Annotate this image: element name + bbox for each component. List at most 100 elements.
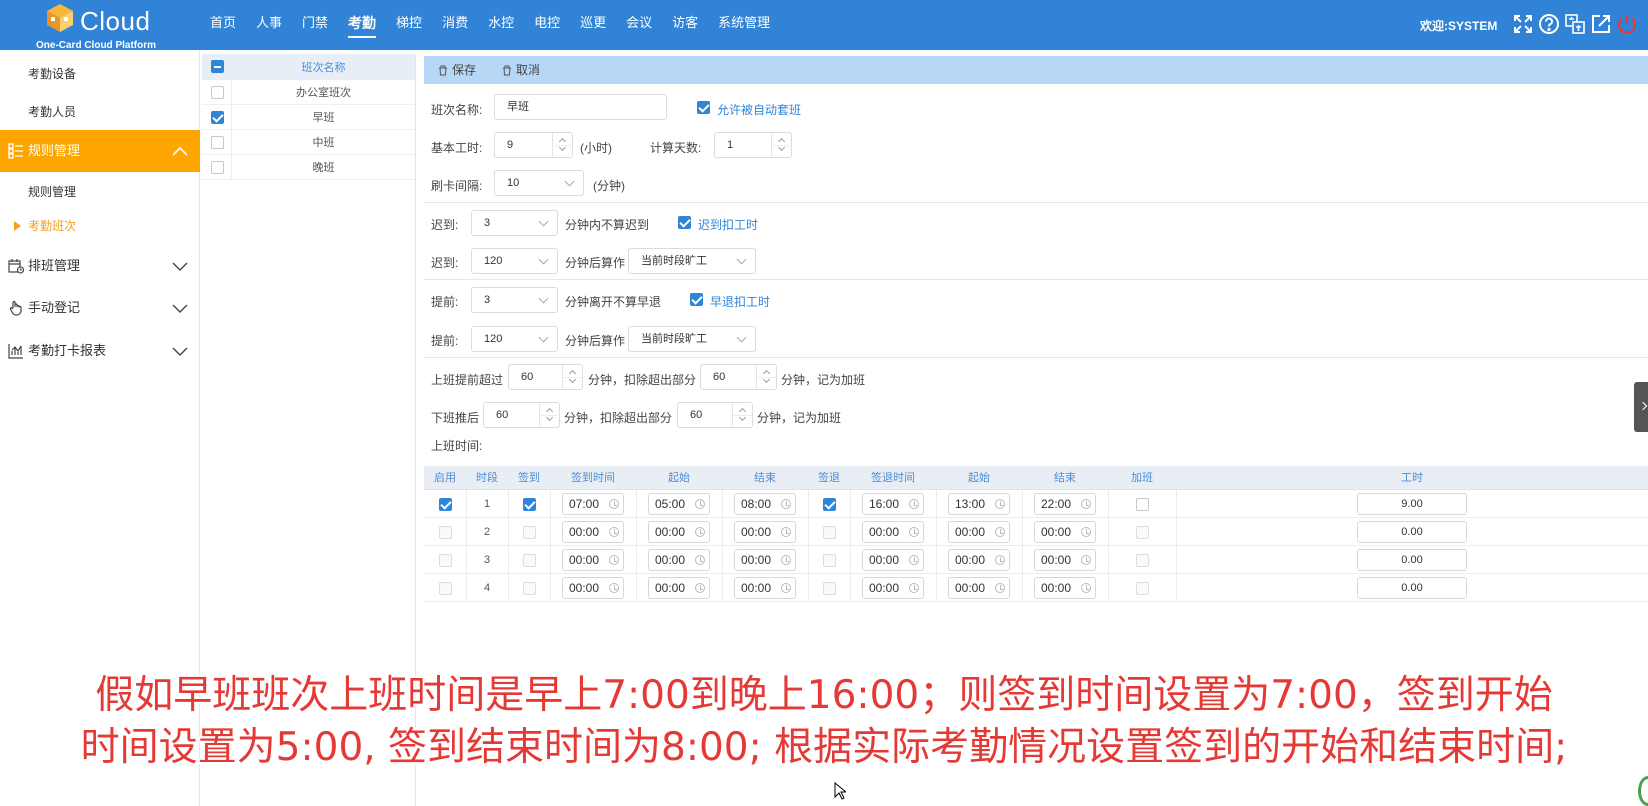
- shift-row-checkbox[interactable]: [211, 161, 224, 174]
- collapse-panel-tab[interactable]: [1634, 382, 1648, 432]
- save-button[interactable]: 保存: [436, 56, 476, 84]
- overtime-after-stepper[interactable]: 60: [483, 402, 560, 428]
- in-time-picker[interactable]: 00:00: [562, 577, 624, 599]
- stepper-arrows[interactable]: [562, 365, 582, 389]
- sign-out-checkbox[interactable]: [822, 525, 836, 539]
- nav-visitor[interactable]: 访客: [662, 0, 708, 50]
- calc-days-stepper[interactable]: 1: [714, 132, 792, 158]
- out-start-picker[interactable]: 13:00: [948, 493, 1010, 515]
- in-start-picker[interactable]: 00:00: [648, 521, 710, 543]
- in-end-picker[interactable]: 08:00: [734, 493, 796, 515]
- shift-row[interactable]: 早班: [202, 105, 415, 130]
- sign-out-checkbox[interactable]: [822, 497, 836, 511]
- out-start-picker[interactable]: 00:00: [948, 521, 1010, 543]
- out-end-picker[interactable]: 22:00: [1034, 493, 1096, 515]
- power-icon[interactable]: [1616, 13, 1638, 35]
- in-end-picker[interactable]: 00:00: [734, 549, 796, 571]
- out-start-picker[interactable]: 00:00: [948, 577, 1010, 599]
- shift-row-checkbox[interactable]: [211, 136, 224, 149]
- late-grace-select[interactable]: 3: [471, 210, 558, 236]
- early-deduct-checkbox[interactable]: [690, 293, 703, 306]
- nav-water[interactable]: 水控: [478, 0, 524, 50]
- sign-in-checkbox[interactable]: [522, 581, 536, 595]
- out-end-picker[interactable]: 00:00: [1034, 521, 1096, 543]
- nav-attendance[interactable]: 考勤: [338, 0, 386, 50]
- late-absent-type-select[interactable]: 当前时段旷工: [628, 248, 756, 274]
- enabled-checkbox[interactable]: [438, 497, 452, 511]
- overtime-before-stepper[interactable]: 60: [508, 364, 583, 390]
- in-start-picker[interactable]: 00:00: [648, 549, 710, 571]
- enabled-checkbox[interactable]: [438, 581, 452, 595]
- stepper-arrows[interactable]: [771, 133, 791, 157]
- nav-hr[interactable]: 人事: [246, 0, 292, 50]
- work-hours-input[interactable]: 0.00: [1357, 577, 1467, 599]
- late-deduct-checkbox[interactable]: [678, 216, 691, 229]
- swipe-interval-select[interactable]: 10: [494, 170, 584, 196]
- overtime-checkbox[interactable]: [1135, 497, 1149, 511]
- cancel-button[interactable]: 取消: [500, 56, 540, 84]
- nav-patrol[interactable]: 巡更: [570, 0, 616, 50]
- late-absent-select[interactable]: 120: [471, 248, 558, 274]
- nav-consume[interactable]: 消费: [432, 0, 478, 50]
- shift-row-checkbox[interactable]: [211, 86, 224, 99]
- overtime-before-deduct-stepper[interactable]: 60: [700, 364, 777, 390]
- nav-system[interactable]: 系统管理: [708, 0, 780, 50]
- nav-elevator[interactable]: 梯控: [386, 0, 432, 50]
- in-end-picker[interactable]: 00:00: [734, 577, 796, 599]
- sign-out-checkbox[interactable]: [822, 553, 836, 567]
- enabled-checkbox[interactable]: [438, 553, 452, 567]
- sign-in-checkbox[interactable]: [522, 497, 536, 511]
- out-time-picker[interactable]: 00:00: [862, 549, 924, 571]
- shift-name-input[interactable]: 早班: [494, 94, 667, 120]
- nav-power[interactable]: 电控: [524, 0, 570, 50]
- external-link-icon[interactable]: [1590, 13, 1612, 35]
- language-icon[interactable]: [1564, 13, 1586, 35]
- shift-row[interactable]: 中班: [202, 130, 415, 155]
- out-start-picker[interactable]: 00:00: [948, 549, 1010, 571]
- help-icon[interactable]: [1538, 13, 1560, 35]
- select-all-checkbox[interactable]: [211, 60, 224, 73]
- sidebar-item-attendance-staff[interactable]: 考勤人员: [0, 92, 200, 132]
- out-time-picker[interactable]: 00:00: [862, 577, 924, 599]
- overtime-checkbox[interactable]: [1135, 525, 1149, 539]
- out-time-picker[interactable]: 00:00: [862, 521, 924, 543]
- stepper-arrows[interactable]: [756, 365, 776, 389]
- shift-row-checkbox[interactable]: [211, 111, 224, 124]
- sidebar-item-attendance-device[interactable]: 考勤设备: [0, 54, 200, 94]
- in-time-picker[interactable]: 07:00: [562, 493, 624, 515]
- sidebar-group-rules[interactable]: 规则管理: [0, 130, 200, 172]
- early-grace-select[interactable]: 3: [471, 287, 558, 313]
- overtime-checkbox[interactable]: [1135, 553, 1149, 567]
- overtime-after-deduct-stepper[interactable]: 60: [677, 402, 753, 428]
- sidebar-item-attendance-shift[interactable]: 考勤班次: [0, 210, 200, 242]
- out-end-picker[interactable]: 00:00: [1034, 549, 1096, 571]
- nav-home[interactable]: 首页: [200, 0, 246, 50]
- in-start-picker[interactable]: 05:00: [648, 493, 710, 515]
- work-hours-input[interactable]: 0.00: [1357, 549, 1467, 571]
- nav-meeting[interactable]: 会议: [616, 0, 662, 50]
- shift-row[interactable]: 办公室班次: [202, 80, 415, 105]
- out-time-picker[interactable]: 16:00: [862, 493, 924, 515]
- early-absent-type-select[interactable]: 当前时段旷工: [628, 326, 756, 352]
- stepper-arrows[interactable]: [732, 403, 752, 427]
- enabled-checkbox[interactable]: [438, 525, 452, 539]
- out-end-picker[interactable]: 00:00: [1034, 577, 1096, 599]
- sidebar-item-rule-management[interactable]: 规则管理: [0, 176, 200, 208]
- early-absent-select[interactable]: 120: [471, 326, 558, 352]
- sign-out-checkbox[interactable]: [822, 581, 836, 595]
- base-hours-stepper[interactable]: 9: [494, 132, 573, 158]
- stepper-arrows[interactable]: [552, 133, 572, 157]
- sidebar-group-attendance-report[interactable]: 考勤打卡报表: [0, 330, 200, 372]
- work-hours-input[interactable]: 0.00: [1357, 521, 1467, 543]
- work-hours-input[interactable]: 9.00: [1357, 493, 1467, 515]
- fullscreen-icon[interactable]: [1512, 13, 1534, 35]
- sidebar-group-scheduling[interactable]: 排班管理: [0, 245, 200, 287]
- overtime-checkbox[interactable]: [1135, 581, 1149, 595]
- sign-in-checkbox[interactable]: [522, 553, 536, 567]
- in-time-picker[interactable]: 00:00: [562, 521, 624, 543]
- logo[interactable]: Cloud One-Card Cloud Platform: [30, 2, 170, 51]
- auto-shift-checkbox[interactable]: [697, 101, 710, 114]
- nav-access[interactable]: 门禁: [292, 0, 338, 50]
- in-time-picker[interactable]: 00:00: [562, 549, 624, 571]
- in-start-picker[interactable]: 00:00: [648, 577, 710, 599]
